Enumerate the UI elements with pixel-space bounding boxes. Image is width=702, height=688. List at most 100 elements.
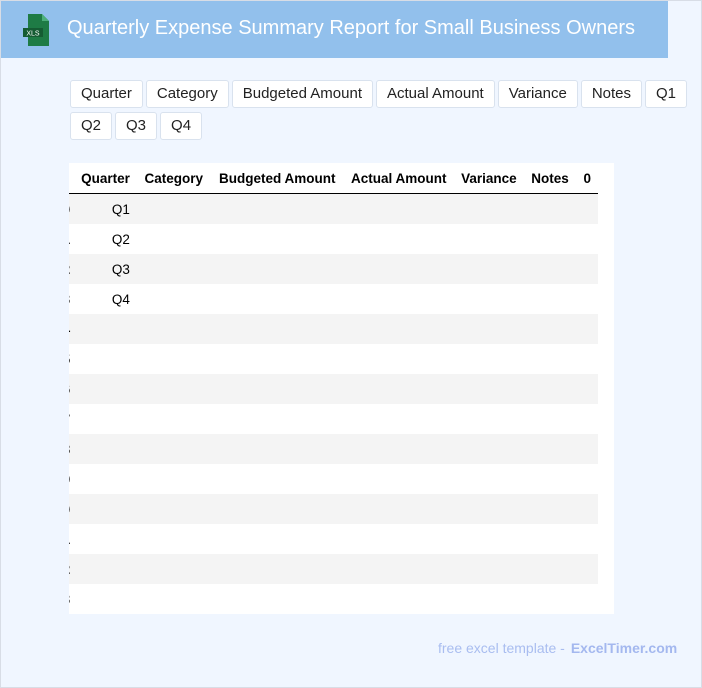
table-cell: [210, 404, 342, 434]
table-row: 6: [69, 374, 598, 404]
table-row: 5: [69, 344, 598, 374]
table-row: 7: [69, 404, 598, 434]
table-header-row: Quarter Category Budgeted Amount Actual Amo…: [69, 163, 598, 194]
chip-button[interactable]: Notes: [580, 80, 643, 108]
table-cell: [137, 584, 210, 614]
table-cell: [210, 554, 342, 584]
table-cell: [576, 524, 598, 554]
table-cell: [210, 194, 342, 225]
table-cell: [342, 344, 453, 374]
table-cell: [342, 494, 453, 524]
table-cell: [210, 314, 342, 344]
table-cell: [453, 464, 523, 494]
column-header: Quarter: [70, 163, 137, 194]
table-row: 13: [69, 584, 598, 614]
table-cell: [524, 524, 576, 554]
table-cell: [453, 554, 523, 584]
table-cell: [210, 374, 342, 404]
column-filter-chips: Quarter Category Budgeted Amount Actual Amo…: [70, 80, 690, 140]
xls-file-icon: XLS: [23, 14, 49, 46]
table-cell: [524, 374, 576, 404]
table-cell: [453, 404, 523, 434]
table-cell: [453, 254, 523, 284]
table-cell: [576, 554, 598, 584]
page-title: Quarterly Expense Summary Report for Sma…: [67, 17, 635, 39]
table-cell: [70, 344, 137, 374]
table-cell: [342, 284, 453, 314]
table-cell: [524, 404, 576, 434]
column-header: 0: [575, 163, 598, 194]
table-cell: [210, 344, 342, 374]
table-cell: [70, 314, 137, 344]
chip-button[interactable]: Variance: [497, 80, 578, 108]
table-cell: [576, 464, 598, 494]
table-cell: [137, 404, 210, 434]
column-header: Actual Amount: [342, 163, 454, 194]
table-row: 0Q1: [69, 193, 598, 225]
table-cell: [576, 314, 598, 344]
table-cell: [576, 374, 598, 404]
table-cell: Q4: [111, 291, 130, 307]
table-cell: [576, 344, 598, 374]
table-cell: [524, 254, 576, 284]
table-cell: [453, 524, 523, 554]
chip-button[interactable]: Budgeted Amount: [231, 80, 373, 108]
table-row: 10: [69, 494, 598, 524]
table-cell: [342, 374, 453, 404]
footer-link[interactable]: ExcelTimer.com: [571, 640, 677, 656]
table-cell: [70, 464, 137, 494]
table-cell: [576, 254, 598, 284]
table-cell: [453, 434, 523, 464]
table-cell: [453, 374, 523, 404]
table-cell: [524, 434, 576, 464]
chip-button[interactable]: Quarter: [70, 80, 143, 108]
table-cell: [342, 554, 453, 584]
data-table: Quarter Category Budgeted Amount Actual Amo…: [69, 163, 598, 614]
table-cell: [453, 224, 523, 254]
column-header: Variance: [453, 163, 524, 194]
table-cell: [137, 434, 210, 464]
table-cell: [342, 194, 453, 225]
table-cell: [137, 524, 210, 554]
table-cell: [524, 314, 576, 344]
table-cell: [453, 494, 523, 524]
table-cell: [70, 584, 137, 614]
table-cell: [342, 404, 453, 434]
table-cell: [137, 284, 210, 314]
column-header: Notes: [523, 163, 576, 194]
table-cell: [524, 554, 576, 584]
table-cell: [342, 224, 453, 254]
table-cell: [342, 314, 453, 344]
table-cell: [453, 194, 523, 225]
table-cell: [524, 584, 576, 614]
chip-button[interactable]: Actual Amount: [376, 80, 495, 108]
chip-button[interactable]: Category: [145, 80, 229, 108]
table-cell: [137, 254, 210, 284]
table-cell: [524, 284, 576, 314]
table-cell: [524, 344, 576, 374]
table-cell: [576, 194, 598, 225]
table-cell: [210, 224, 342, 254]
column-header: Category: [136, 163, 211, 194]
chip-button[interactable]: Q1: [645, 80, 688, 108]
chip-button[interactable]: Q2: [70, 112, 113, 140]
table-cell: [70, 554, 137, 584]
data-table-container: Quarter Category Budgeted Amount Actual Amo…: [69, 163, 614, 614]
table-cell: [210, 464, 342, 494]
table-cell: [210, 284, 342, 314]
table-row: 11: [69, 524, 598, 554]
table-cell: [524, 464, 576, 494]
table-cell: [137, 494, 210, 524]
table-cell: [342, 434, 453, 464]
table-cell: [453, 314, 523, 344]
table-cell: [137, 464, 210, 494]
table-row: 9: [69, 464, 598, 494]
chip-button[interactable]: Q3: [115, 112, 158, 140]
table-cell: [342, 584, 453, 614]
table-cell: [576, 224, 598, 254]
chip-button[interactable]: Q4: [160, 112, 203, 140]
table-cell: [524, 494, 576, 524]
table-cell: [576, 494, 598, 524]
table-row: 3Q4: [69, 284, 598, 314]
table-cell: [70, 404, 137, 434]
